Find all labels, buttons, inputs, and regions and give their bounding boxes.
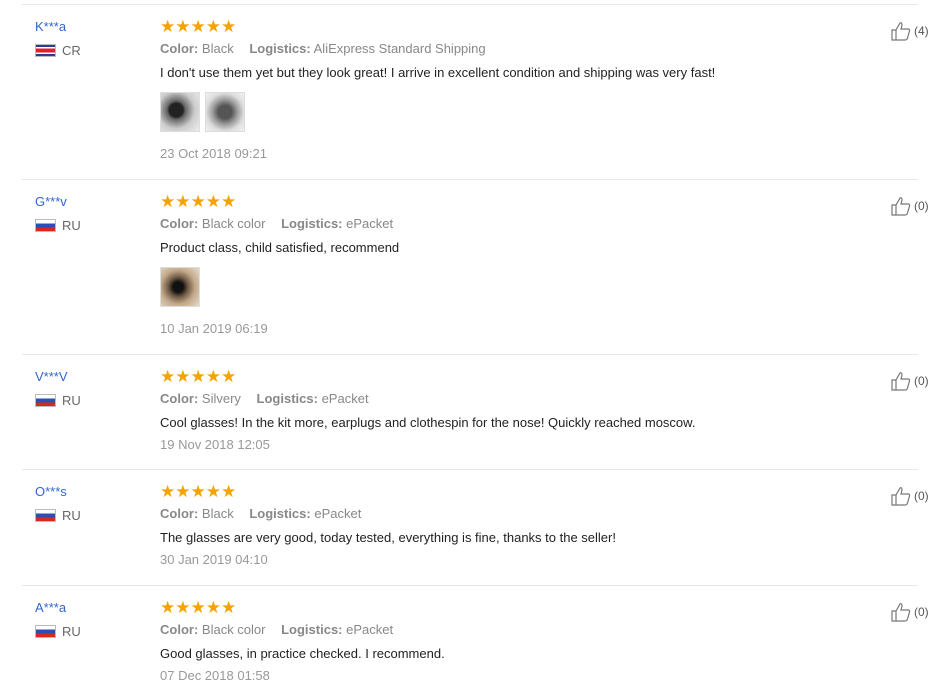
helpful-button[interactable]: (0) xyxy=(890,371,950,391)
review-body: ★★★★★ Color: Black Logistics: AliExpress… xyxy=(160,17,858,161)
review-text: Product class, child satisfied, recommen… xyxy=(160,240,400,255)
review-date: 19 Nov 2018 12:05 xyxy=(160,437,270,452)
reviewer-name[interactable]: V***V xyxy=(35,369,145,384)
logistics-label: Logistics: xyxy=(249,506,311,521)
review-item: G***v RU ★★★★★ Color: Black color Logist… xyxy=(22,180,929,355)
thumbs-up-icon xyxy=(891,22,911,41)
helpful-count: (0) xyxy=(914,489,929,503)
review-item: A***a RU ★★★★★ Color: Black color Logist… xyxy=(22,586,929,697)
logistics-label: Logistics: xyxy=(281,216,343,231)
color-value: Black color xyxy=(201,622,266,637)
review-photo-thumbnail[interactable] xyxy=(160,267,200,307)
review-body: ★★★★★ Color: Black color Logistics: ePac… xyxy=(160,192,858,336)
helpful-count: (4) xyxy=(914,24,929,38)
flag-icon xyxy=(35,394,56,407)
review-text: I don't use them yet but they look great… xyxy=(160,65,716,80)
flag-icon xyxy=(35,509,56,522)
flag-icon xyxy=(35,625,56,638)
reviewer-name[interactable]: G***v xyxy=(35,194,145,209)
review-meta: Color: Silvery Logistics: ePacket xyxy=(160,391,858,406)
logistics-value: ePacket xyxy=(314,506,362,521)
review-date: 30 Jan 2019 04:10 xyxy=(160,552,268,567)
reviewer-country: RU xyxy=(35,393,145,408)
review-text: Good glasses, in practice checked. I rec… xyxy=(160,646,445,661)
reviewer-country: RU xyxy=(35,218,145,233)
helpful-button[interactable]: (0) xyxy=(890,196,950,216)
helpful-count: (0) xyxy=(914,374,929,388)
review-date: 23 Oct 2018 09:21 xyxy=(160,146,267,161)
star-rating: ★★★★★ xyxy=(160,17,237,36)
helpful-count: (0) xyxy=(914,605,929,619)
review-body: ★★★★★ Color: Black color Logistics: ePac… xyxy=(160,598,858,683)
reviewer-info: K***a CR xyxy=(35,19,145,58)
star-rating: ★★★★★ xyxy=(160,598,237,617)
helpful-button[interactable]: (0) xyxy=(890,486,950,506)
helpful-button[interactable]: (0) xyxy=(890,602,950,622)
reviewer-info: O***s RU xyxy=(35,484,145,523)
color-value: Black xyxy=(201,506,234,521)
logistics-value: ePacket xyxy=(346,622,394,637)
logistics-label: Logistics: xyxy=(249,41,311,56)
flag-icon xyxy=(35,44,56,57)
color-value: Silvery xyxy=(201,391,241,406)
review-body: ★★★★★ Color: Black Logistics: ePacket Th… xyxy=(160,482,858,567)
country-code: RU xyxy=(62,508,81,523)
country-code: CR xyxy=(62,43,81,58)
review-photo-thumbnail[interactable] xyxy=(205,92,245,132)
reviewer-name[interactable]: A***a xyxy=(35,600,145,615)
review-photos xyxy=(160,267,858,307)
color-label: Color: xyxy=(160,622,199,637)
star-rating: ★★★★★ xyxy=(160,482,237,501)
thumbs-up-icon xyxy=(891,197,911,216)
helpful-count: (0) xyxy=(914,199,929,213)
color-label: Color: xyxy=(160,506,199,521)
reviewer-info: A***a RU xyxy=(35,600,145,639)
reviewer-name[interactable]: O***s xyxy=(35,484,145,499)
review-text: Cool glasses! In the kit more, earplugs … xyxy=(160,415,696,430)
color-label: Color: xyxy=(160,216,199,231)
review-photo-thumbnail[interactable] xyxy=(160,92,200,132)
country-code: RU xyxy=(62,624,81,639)
review-meta: Color: Black color Logistics: ePacket xyxy=(160,622,858,637)
reviewer-country: CR xyxy=(35,43,145,58)
flag-icon xyxy=(35,219,56,232)
reviewer-country: RU xyxy=(35,508,145,523)
review-item: K***a CR ★★★★★ Color: Black Logistics: A… xyxy=(22,5,929,180)
review-meta: Color: Black Logistics: AliExpress Stand… xyxy=(160,41,858,56)
logistics-value: AliExpress Standard Shipping xyxy=(313,41,486,56)
review-item: V***V RU ★★★★★ Color: Silvery Logistics:… xyxy=(22,355,929,470)
thumbs-up-icon xyxy=(891,372,911,391)
reviewer-country: RU xyxy=(35,624,145,639)
color-label: Color: xyxy=(160,41,199,56)
country-code: RU xyxy=(62,218,81,233)
review-item: O***s RU ★★★★★ Color: Black Logistics: e… xyxy=(22,470,929,586)
review-photos xyxy=(160,92,858,132)
reviewer-info: V***V RU xyxy=(35,369,145,408)
thumbs-up-icon xyxy=(891,603,911,622)
review-meta: Color: Black color Logistics: ePacket xyxy=(160,216,858,231)
helpful-button[interactable]: (4) xyxy=(890,21,950,41)
review-body: ★★★★★ Color: Silvery Logistics: ePacket … xyxy=(160,367,858,452)
thumbs-up-icon xyxy=(891,487,911,506)
review-date: 07 Dec 2018 01:58 xyxy=(160,668,270,683)
review-text: The glasses are very good, today tested,… xyxy=(160,530,616,545)
logistics-value: ePacket xyxy=(321,391,369,406)
logistics-label: Logistics: xyxy=(256,391,318,406)
country-code: RU xyxy=(62,393,81,408)
color-label: Color: xyxy=(160,391,199,406)
star-rating: ★★★★★ xyxy=(160,192,237,211)
color-value: Black color xyxy=(201,216,266,231)
reviewer-name[interactable]: K***a xyxy=(35,19,145,34)
reviewer-info: G***v RU xyxy=(35,194,145,233)
logistics-value: ePacket xyxy=(346,216,394,231)
review-meta: Color: Black Logistics: ePacket xyxy=(160,506,858,521)
review-date: 10 Jan 2019 06:19 xyxy=(160,321,268,336)
star-rating: ★★★★★ xyxy=(160,367,237,386)
color-value: Black xyxy=(201,41,234,56)
logistics-label: Logistics: xyxy=(281,622,343,637)
